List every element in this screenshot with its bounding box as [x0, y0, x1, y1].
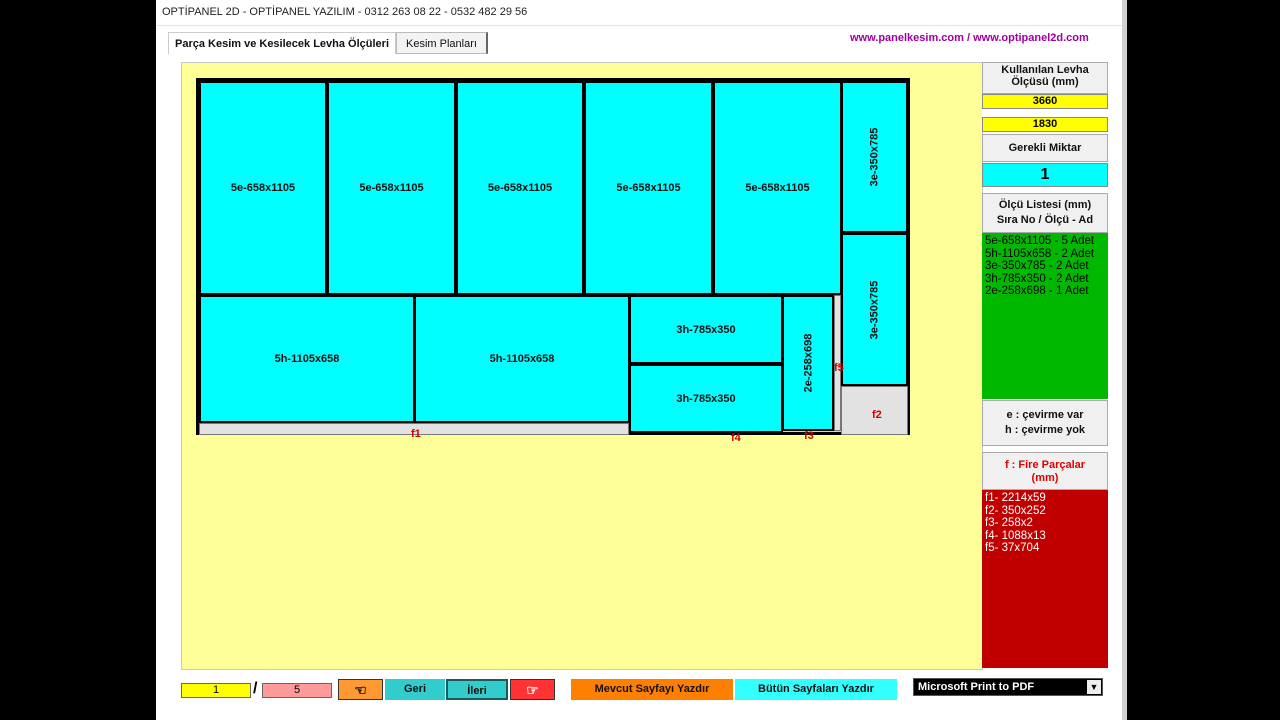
panel-sheet: 5e-658x1105 5e-658x1105 5e-658x1105 5e-6…: [196, 78, 910, 435]
cut-piece: 5e-658x1105: [199, 81, 327, 295]
fire-header: f : Fire Parçalar (mm): [982, 452, 1108, 490]
back-button[interactable]: Geri: [385, 679, 445, 700]
application-window: OPTİPANEL 2D - OPTİPANEL YAZILIM - 0312 …: [156, 0, 1122, 720]
title-bar: OPTİPANEL 2D - OPTİPANEL YAZILIM - 0312 …: [156, 0, 1122, 26]
cut-piece: 5e-658x1105: [456, 81, 584, 295]
scrap-label-f5: f5: [834, 362, 844, 374]
printer-selected-value: Microsoft Print to PDF: [918, 681, 1035, 693]
rotation-legend: e : çevirme var h : çevirme yok: [982, 400, 1108, 446]
chevron-down-icon[interactable]: ▼: [1087, 680, 1101, 694]
list-item: 3h-785x350 - 2 Adet: [985, 272, 1089, 285]
cut-piece: 3e-350x785: [841, 233, 908, 386]
scrap-label-f1: f1: [411, 428, 421, 440]
list-item: f5- 37x704: [985, 542, 1040, 555]
cut-piece: 5e-658x1105: [713, 81, 842, 295]
scrap-label-f3: f3: [804, 430, 814, 442]
cut-piece: 3h-785x350: [629, 364, 783, 433]
list-item: f3- 258x2: [985, 517, 1033, 530]
size-list[interactable]: 5e-658x1105 - 5 Adet 5h-1105x658 - 2 Ade…: [982, 233, 1108, 399]
cut-piece: 5h-1105x658: [199, 295, 415, 423]
print-current-page-button[interactable]: Mevcut Sayfayı Yazdır: [571, 679, 733, 700]
required-qty-label: Gerekli Miktar: [982, 134, 1108, 162]
cut-piece: 5h-1105x658: [414, 295, 630, 423]
scrap-label-f4: f4: [731, 432, 741, 444]
website-link[interactable]: www.panelkesim.com / www.optipanel2d.com: [850, 32, 1089, 44]
size-list-label: Ölçü Listesi (mm) Sıra No / Ölçü - Ad: [982, 193, 1108, 233]
required-qty-value: 1: [982, 163, 1108, 187]
sheet-size-label: Kullanılan Levha Ölçüsü (mm): [982, 62, 1108, 94]
page-total-field: 5: [262, 683, 332, 698]
fire-list[interactable]: f1- 2214x59 f2- 350x252 f3- 258x2 f4- 10…: [982, 490, 1108, 668]
sheet-width-field[interactable]: 1830: [982, 117, 1108, 132]
page-current-field[interactable]: 1: [181, 683, 251, 698]
spacer: [982, 109, 1108, 117]
last-page-button[interactable]: ☞: [510, 679, 555, 700]
scrap-label-f2: f2: [872, 409, 882, 421]
list-item: 5e-658x1105 - 5 Adet: [985, 235, 1095, 247]
cut-piece: 3h-785x350: [629, 295, 783, 364]
hand-left-icon: ☜: [354, 682, 367, 698]
cut-piece: 5e-658x1105: [327, 81, 456, 295]
printer-select[interactable]: Microsoft Print to PDF ▼: [913, 678, 1103, 696]
list-item: 2e-258x698 - 1 Adet: [985, 285, 1089, 298]
list-item: f1- 2214x59: [985, 492, 1046, 504]
list-item: 5h-1105x658 - 2 Adet: [985, 247, 1095, 260]
tab-kesim-planlari[interactable]: Kesim Planları: [396, 32, 488, 54]
cut-piece: 5e-658x1105: [584, 81, 713, 295]
cut-piece: 2e-258x698: [782, 295, 834, 431]
first-page-button[interactable]: ☜: [338, 679, 383, 700]
window-title: OPTİPANEL 2D - OPTİPANEL YAZILIM - 0312 …: [162, 6, 528, 18]
page-separator: /: [253, 680, 258, 697]
window-scrollbar[interactable]: [1122, 0, 1127, 720]
next-button[interactable]: İleri: [446, 679, 508, 700]
sheet-length-field[interactable]: 3660: [982, 94, 1108, 109]
hand-right-icon: ☞: [526, 682, 539, 698]
tab-parca-kesim[interactable]: Parça Kesim ve Kesilecek Levha Ölçüleri: [168, 32, 396, 54]
print-all-pages-button[interactable]: Bütün Sayfaları Yazdır: [735, 679, 897, 700]
list-item: 3e-350x785 - 2 Adet: [985, 260, 1089, 273]
list-item: f4- 1088x13: [985, 529, 1046, 542]
list-item: f2- 350x252: [985, 504, 1046, 517]
cut-piece: 3e-350x785: [841, 81, 908, 233]
